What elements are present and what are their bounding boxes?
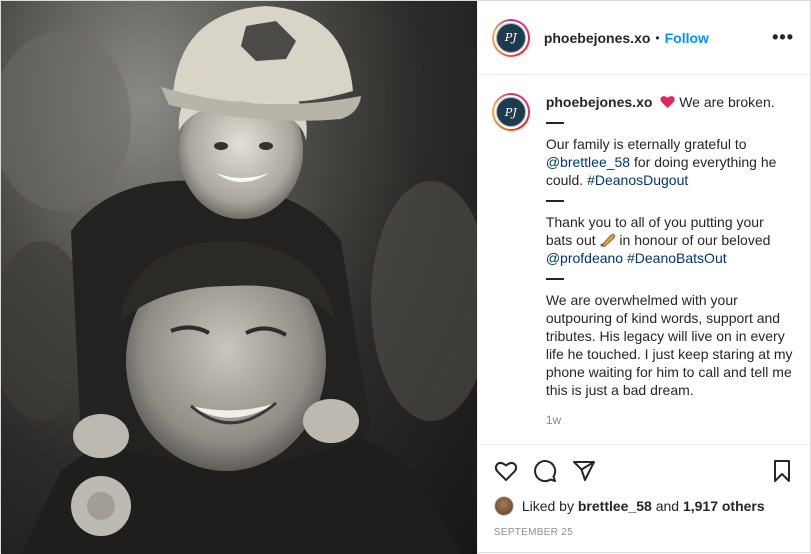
caption-area: PJ phoebejones.xo We are broken. Our fam… bbox=[478, 75, 810, 444]
liked-by-mid: and bbox=[655, 498, 680, 514]
avatar-initials: PJ bbox=[495, 22, 526, 53]
cricket-bat-emoji-icon bbox=[599, 232, 616, 248]
mention-profdeano[interactable]: @profdeano bbox=[546, 250, 623, 266]
post-time-ago[interactable]: 1w bbox=[546, 411, 794, 429]
photo-illustration bbox=[1, 6, 477, 554]
bookmark-icon[interactable] bbox=[770, 459, 794, 483]
separator-dot: • bbox=[655, 30, 660, 45]
caption-text: phoebejones.xo We are broken. Our family… bbox=[545, 93, 794, 429]
caption-line-1: phoebejones.xo We are broken. bbox=[546, 93, 794, 111]
more-options-icon[interactable]: ••• bbox=[772, 27, 794, 48]
post-actions: Liked by brettlee_58 and 1,917 others SE… bbox=[477, 444, 810, 554]
author-username[interactable]: phoebejones.xo bbox=[544, 30, 651, 46]
red-heart-emoji-icon bbox=[660, 94, 679, 110]
hashtag-deanosdugout[interactable]: #DeanosDugout bbox=[587, 172, 688, 188]
share-icon[interactable] bbox=[572, 459, 596, 483]
caption-p1: We are broken. bbox=[679, 94, 775, 110]
post-header: PJ phoebejones.xo • Follow ••• bbox=[477, 1, 810, 75]
caption-p2: Our family is eternally grateful to @bre… bbox=[546, 135, 794, 189]
liked-by-count[interactable]: 1,917 others bbox=[683, 498, 765, 514]
author-avatar[interactable]: PJ bbox=[491, 18, 530, 57]
action-icons-row bbox=[494, 445, 794, 495]
post-side-panel: PJ phoebejones.xo • Follow ••• PJ phoebe… bbox=[476, 1, 810, 554]
caption-author-avatar[interactable]: PJ bbox=[491, 93, 530, 131]
caption-p3-text-b: in honour of our beloved bbox=[615, 232, 771, 248]
heart-icon[interactable] bbox=[494, 459, 518, 483]
caption-divider bbox=[545, 200, 564, 202]
mention-brettlee[interactable]: @brettlee_58 bbox=[546, 154, 630, 170]
follow-button[interactable]: Follow bbox=[665, 30, 709, 46]
avatar-initials: PJ bbox=[495, 97, 526, 127]
liked-by-row: Liked by brettlee_58 and 1,917 others bbox=[493, 495, 794, 517]
instagram-post: PJ phoebejones.xo • Follow ••• PJ phoebe… bbox=[0, 0, 811, 554]
caption-divider bbox=[545, 278, 564, 280]
caption-divider bbox=[545, 122, 564, 124]
hashtag-deanobatsout[interactable]: #DeanoBatsOut bbox=[627, 250, 727, 266]
comment-icon[interactable] bbox=[533, 459, 557, 483]
liker-avatar[interactable] bbox=[493, 496, 514, 516]
caption-p3: Thank you to all of you putting your bat… bbox=[546, 213, 794, 267]
caption-username[interactable]: phoebejones.xo bbox=[546, 94, 653, 110]
liked-by-user[interactable]: brettlee_58 bbox=[578, 498, 652, 514]
caption-p2-text-a: Our family is eternally grateful to bbox=[545, 136, 747, 152]
post-date[interactable]: SEPTEMBER 25 bbox=[494, 527, 794, 538]
post-photo[interactable] bbox=[1, 1, 477, 554]
caption-p4: We are overwhelmed with your outpouring … bbox=[545, 292, 793, 398]
caption-row: PJ phoebejones.xo We are broken. Our fam… bbox=[491, 93, 794, 429]
liked-by-prefix: Liked by bbox=[521, 498, 574, 514]
